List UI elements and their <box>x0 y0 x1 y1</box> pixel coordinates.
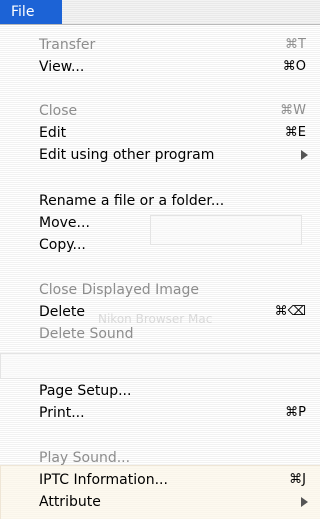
menu-item-label: View... <box>39 59 85 75</box>
menu-item-iptc-information[interactable]: IPTC Information... ⌘J <box>0 469 320 491</box>
menu-item-shortcut: ⌘T <box>285 37 306 52</box>
menu-item-label: Attribute <box>39 494 101 510</box>
submenu-arrow-icon <box>301 497 308 507</box>
menu-item-label: Rename a file or a folder... <box>39 193 225 209</box>
file-menu-dropdown: Nikon Browser Mac Transfer ⌘T View... ⌘O… <box>0 25 320 519</box>
menu-item-label: Delete <box>39 304 85 320</box>
menu-item-label: Print... <box>39 405 85 421</box>
background-window-box <box>0 353 320 379</box>
menu-item-label: IPTC Information... <box>39 472 168 488</box>
menu-item-shortcut: ⌘W <box>280 103 306 118</box>
menu-item-label: Page Setup... <box>39 383 132 399</box>
menu-item-shortcut: ⌘J <box>289 472 306 487</box>
menu-item-move[interactable]: Move... <box>0 212 320 234</box>
menu-item-rename[interactable]: Rename a file or a folder... <box>0 190 320 212</box>
menu-item-edit[interactable]: Edit ⌘E <box>0 122 320 144</box>
file-menu-title[interactable]: File <box>0 0 62 24</box>
menu-item-shortcut: ⌘O <box>282 59 306 74</box>
menu-item-edit-other-program[interactable]: Edit using other program <box>0 144 320 166</box>
menu-item-delete-sound[interactable]: Delete Sound <box>0 323 320 345</box>
menu-item-label: Edit <box>39 125 67 141</box>
menu-item-label: Edit using other program <box>39 147 215 163</box>
menu-item-shortcut: ⌘⌫ <box>274 304 306 319</box>
menu-item-transfer[interactable]: Transfer ⌘T <box>0 34 320 56</box>
menu-item-copy[interactable]: Copy... <box>0 234 320 256</box>
menu-item-page-setup[interactable]: Page Setup... <box>0 380 320 402</box>
menu-bar: File <box>0 0 320 25</box>
menu-item-attribute[interactable]: Attribute <box>0 491 320 513</box>
menu-item-close-displayed-image[interactable]: Close Displayed Image <box>0 279 320 301</box>
menu-item-shortcut: ⌘E <box>284 125 306 140</box>
menu-item-close[interactable]: Close ⌘W <box>0 100 320 122</box>
menu-item-label: Copy... <box>39 237 86 253</box>
menu-item-shortcut: ⌘P <box>285 405 306 420</box>
menu-item-play-sound[interactable]: Play Sound... <box>0 447 320 469</box>
menu-item-label: Transfer <box>39 37 96 53</box>
menu-item-label: Close Displayed Image <box>39 282 199 298</box>
menu-item-label: Close <box>39 103 78 119</box>
menu-item-label: Play Sound... <box>39 450 131 466</box>
menu-item-label: Move... <box>39 215 90 231</box>
submenu-arrow-icon <box>301 150 308 160</box>
menu-item-view[interactable]: View... ⌘O <box>0 56 320 78</box>
menu-item-delete[interactable]: Delete ⌘⌫ <box>0 301 320 323</box>
menu-item-label: Delete Sound <box>39 326 134 342</box>
menu-item-print[interactable]: Print... ⌘P <box>0 402 320 424</box>
